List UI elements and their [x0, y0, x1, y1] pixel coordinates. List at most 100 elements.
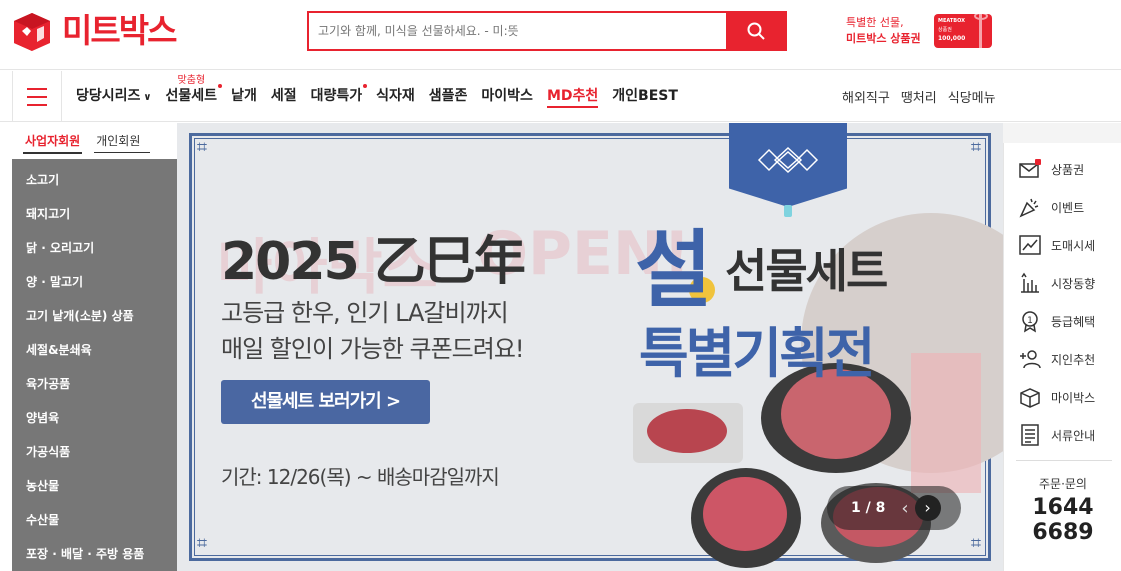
- quick-item-label: 이벤트: [1051, 200, 1085, 215]
- member-tabs: 사업자회원 개인회원: [12, 123, 177, 159]
- giftcard-amount: 100,000: [938, 35, 966, 42]
- search-button[interactable]: [726, 13, 785, 49]
- nav-item-label: MD추천: [546, 88, 599, 108]
- banner-desc-line1: 고등급 한우, 인기 LA갈비까지: [221, 299, 509, 327]
- nav-item-sliced[interactable]: 세절: [271, 71, 297, 122]
- banner-giftset: 선물세트: [725, 244, 888, 298]
- nav-link-restaurant-menu[interactable]: 식당메뉴: [948, 87, 996, 106]
- category-item-marinated[interactable]: 양념육: [12, 401, 177, 435]
- category-item-sliced-ground[interactable]: 세절&분쇄육: [12, 333, 177, 367]
- nav-item-label: 낱개: [231, 88, 257, 104]
- category-item-seafood[interactable]: 수산물: [12, 503, 177, 537]
- search-bar: [307, 11, 787, 51]
- logo-text: 미트박스: [62, 11, 177, 50]
- meatbox-logo-icon: [14, 13, 50, 51]
- ground-meat-shape: [703, 477, 787, 551]
- banner-desc-line2: 매일 할인이 가능한 쿠폰드려요!: [221, 335, 525, 363]
- nav-item-sample-zone[interactable]: 샘플존: [429, 71, 468, 122]
- banner-period: 기간: 12/26(목) ~ 배송마감일까지: [221, 465, 500, 489]
- view-gift-set-button[interactable]: 선물세트 보러가기 >: [221, 380, 430, 424]
- quick-item-documents[interactable]: 서류안내: [1018, 420, 1095, 450]
- quick-item-event[interactable]: 이벤트: [1018, 192, 1084, 222]
- medal-icon: 1: [1018, 309, 1042, 333]
- chevron-down-icon: ∨: [143, 91, 152, 103]
- nav-item-ingredients[interactable]: 식자재: [376, 71, 415, 122]
- nav-link-overseas[interactable]: 해외직구: [842, 87, 890, 106]
- banner-pager: 1 / 8 ‹ ›: [827, 486, 961, 530]
- tab-business-member[interactable]: 사업자회원: [23, 129, 83, 154]
- category-sidebar: 사업자회원 개인회원 소고기 돼지고기 닭 · 오리고기 양 · 말고기 고기 …: [12, 123, 177, 571]
- category-item-agricultural[interactable]: 농산물: [12, 469, 177, 503]
- quick-menu: 상품권 이벤트 도매시세 시장동향 1 등급혜택 지인추천 마이박스 서류안내 …: [1003, 143, 1121, 571]
- category-item-beef[interactable]: 소고기: [12, 163, 177, 197]
- quick-item-giftcard[interactable]: 상품권: [1018, 154, 1084, 184]
- giftcard-promo[interactable]: 특별한 선물, 미트박스 상품권: [846, 15, 921, 47]
- giftcard-image[interactable]: MEATBOX 상품권 100,000: [934, 14, 992, 48]
- corner-ornament-icon: ⌗: [196, 137, 208, 158]
- ribbon-shape: [911, 353, 981, 493]
- nav-items: 당당시리즈 ∨ 맞춤형 선물세트 낱개 세절 대량특가 식자재 샘플존 마이박스 …: [76, 71, 692, 122]
- category-item-chicken-duck[interactable]: 닭 · 오리고기: [12, 231, 177, 265]
- bar-chart-icon: [1018, 271, 1042, 295]
- nav-item-label: 선물세트: [165, 88, 218, 104]
- main-banner[interactable]: ⌗ ⌗ ⌗ ⌗ 마아박스 OPEN! 2025 乙巳年 고등급 한우, 인기 L…: [177, 123, 1003, 571]
- cs-label: 주문·문의: [1039, 477, 1087, 491]
- new-dot-icon: [363, 84, 368, 88]
- promo-subtitle: 특별한 선물,: [846, 16, 904, 29]
- menu-toggle-button[interactable]: [12, 71, 62, 122]
- banner-special: 특별기획전: [639, 322, 875, 385]
- logo[interactable]: 미트박스: [10, 9, 177, 53]
- category-item-processed-meat[interactable]: 육가공품: [12, 367, 177, 401]
- cs-number-line2: 6689: [1032, 520, 1094, 545]
- header: 미트박스 특별한 선물, 미트박스 상품권 MEATBOX 상품권 100,00…: [0, 0, 1121, 70]
- quick-item-grade-benefit[interactable]: 1 등급혜택: [1018, 306, 1095, 336]
- giftcard-bow-icon: [974, 14, 988, 20]
- quick-menu-top: [1003, 123, 1121, 143]
- search-input[interactable]: [309, 13, 726, 49]
- category-item-processed-food[interactable]: 가공식품: [12, 435, 177, 469]
- quick-item-label: 상품권: [1051, 162, 1085, 177]
- tassel-icon: [784, 205, 792, 217]
- nav-item-gift-set[interactable]: 맞춤형 선물세트: [165, 71, 223, 122]
- nav-link-clearance[interactable]: 땡처리: [901, 87, 937, 106]
- hamburger-line: [27, 95, 47, 98]
- chevron-right-icon[interactable]: ›: [914, 495, 941, 521]
- category-item-pork[interactable]: 돼지고기: [12, 197, 177, 231]
- hamburger-line: [27, 87, 47, 90]
- tab-personal-member[interactable]: 개인회원: [94, 129, 151, 153]
- quick-item-market-trend[interactable]: 시장동향: [1018, 268, 1095, 298]
- nav-item-label: 세절: [270, 88, 297, 104]
- nav-item-label: 샘플존: [428, 88, 468, 104]
- main-nav: 당당시리즈 ∨ 맞춤형 선물세트 낱개 세절 대량특가 식자재 샘플존 마이박스 …: [0, 71, 1121, 122]
- nav-item-dangdang-series[interactable]: 당당시리즈 ∨: [76, 71, 152, 123]
- knot-ornament-icon: [757, 146, 819, 174]
- category-item-packaging[interactable]: 포장 · 배달 · 주방 용품: [12, 537, 177, 571]
- quick-item-wholesale-price[interactable]: 도매시세: [1018, 230, 1095, 260]
- quick-item-referral[interactable]: 지인추천: [1018, 344, 1095, 374]
- category-item-lamb-horse[interactable]: 양 · 말고기: [12, 265, 177, 299]
- category-item-single-portion[interactable]: 고기 낱개(소분) 상품: [12, 299, 177, 333]
- nav-item-mybox[interactable]: 마이박스: [481, 71, 533, 122]
- quick-item-label: 등급혜택: [1051, 314, 1096, 329]
- svg-text:1: 1: [1027, 316, 1033, 326]
- quick-item-mybox[interactable]: 마이박스: [1018, 382, 1095, 412]
- corner-ornament-icon: ⌗: [196, 533, 208, 554]
- cs-number-line1: 1644: [1032, 495, 1094, 520]
- new-dot-icon: [218, 84, 223, 88]
- nav-item-md-pick[interactable]: MD추천: [546, 71, 599, 122]
- search-icon: [747, 22, 765, 40]
- nav-item-personal-best[interactable]: 개인BEST: [612, 71, 678, 122]
- quick-item-label: 마이박스: [1051, 390, 1096, 405]
- chevron-left-icon[interactable]: ‹: [901, 498, 908, 519]
- nav-item-single[interactable]: 낱개: [231, 71, 257, 122]
- cs-phone-number[interactable]: 1644 6689: [1004, 495, 1121, 545]
- party-popper-icon: [1018, 195, 1042, 219]
- quick-item-label: 시장동향: [1051, 276, 1096, 291]
- giftcard-sub: 상품권: [938, 27, 952, 33]
- pager-text: 1 / 8: [851, 500, 886, 516]
- nav-item-bulk-deal[interactable]: 대량특가: [311, 71, 368, 122]
- quick-item-label: 도매시세: [1051, 238, 1096, 253]
- nav-item-label: 마이박스: [481, 88, 533, 104]
- quick-item-label: 서류안내: [1051, 428, 1096, 443]
- steak-shape: [647, 409, 727, 453]
